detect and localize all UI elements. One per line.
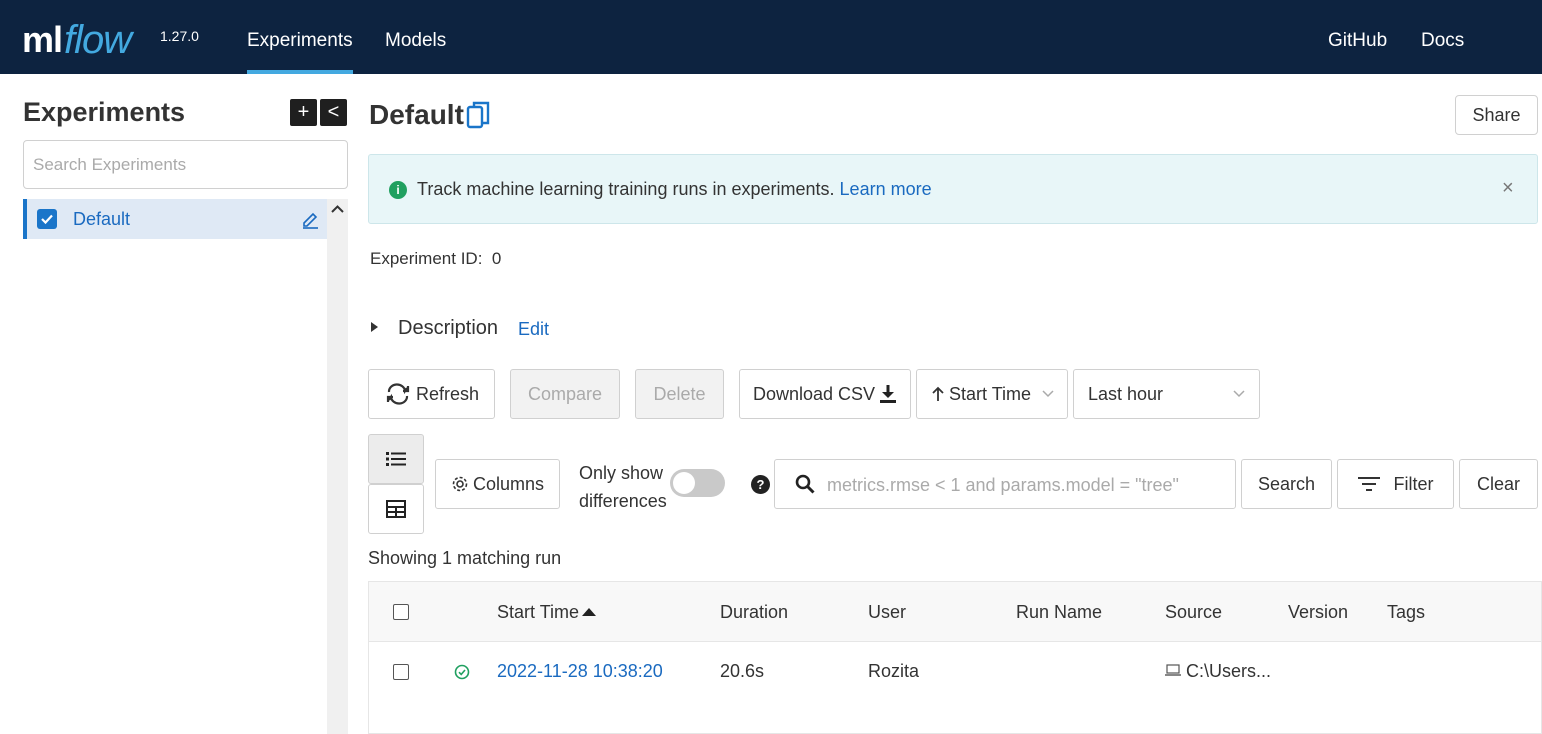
- toggle-knob: [673, 472, 695, 494]
- search-button[interactable]: Search: [1241, 459, 1332, 509]
- sidebar-title: Experiments: [23, 97, 186, 127]
- nav-tab-models[interactable]: Models: [385, 0, 446, 74]
- info-banner: i Track machine learning training runs i…: [368, 154, 1538, 224]
- list-view-button[interactable]: [368, 434, 424, 484]
- column-header-source[interactable]: Source: [1165, 602, 1222, 623]
- row-checkbox[interactable]: [393, 664, 409, 680]
- sidebar-scrollbar[interactable]: [327, 199, 348, 734]
- column-header-user[interactable]: User: [868, 602, 906, 623]
- info-icon: i: [389, 181, 407, 199]
- sidebar-item-label: Default: [73, 209, 131, 229]
- top-nav-bar: ml flow 1.27.0 Experiments Models GitHub…: [0, 0, 1542, 74]
- table-icon: [386, 500, 406, 518]
- clear-button[interactable]: Clear: [1459, 459, 1538, 509]
- caret-right-icon[interactable]: [371, 322, 378, 332]
- edit-pencil-icon[interactable]: [300, 209, 320, 234]
- run-user: Rozita: [868, 661, 920, 681]
- sidebar-item-default[interactable]: Default: [23, 199, 327, 239]
- scroll-up-icon[interactable]: [327, 199, 348, 219]
- table-header: Start Time Duration User Run Name Source…: [369, 582, 1541, 642]
- logo-flow-text: flow: [64, 18, 132, 62]
- status-success-icon: [454, 664, 470, 685]
- matching-runs-count: Showing 1 matching run: [368, 548, 562, 568]
- runs-table: Start Time Duration User Run Name Source…: [368, 581, 1542, 734]
- create-experiment-button[interactable]: +: [290, 99, 317, 126]
- list-icon: [386, 452, 406, 466]
- share-button[interactable]: Share: [1455, 95, 1538, 135]
- download-csv-button[interactable]: Download CSV: [739, 369, 911, 419]
- github-link[interactable]: GitHub: [1328, 0, 1387, 74]
- close-icon[interactable]: ×: [1502, 177, 1514, 200]
- learn-more-link[interactable]: Learn more: [840, 179, 932, 199]
- experiment-id: Experiment ID: 0: [370, 249, 502, 268]
- copy-icon[interactable]: [466, 101, 490, 136]
- search-experiments-input[interactable]: [23, 140, 348, 189]
- help-icon[interactable]: ?: [751, 475, 770, 494]
- sort-asc-icon: [582, 608, 597, 616]
- mlflow-logo[interactable]: ml flow: [22, 10, 132, 62]
- only-show-differences-label: Only show differences: [579, 463, 667, 511]
- refresh-button[interactable]: Refresh: [368, 369, 495, 419]
- column-header-start-time[interactable]: Start Time: [497, 602, 597, 623]
- sort-select[interactable]: Start Time: [916, 369, 1068, 419]
- search-icon: [795, 474, 815, 499]
- column-header-run-name[interactable]: Run Name: [1016, 602, 1102, 623]
- chevron-down-icon: [1042, 390, 1054, 398]
- description-toggle[interactable]: Description: [398, 317, 498, 340]
- columns-button[interactable]: Columns: [435, 459, 560, 509]
- banner-text: Track machine learning training runs in …: [417, 179, 932, 199]
- edit-description-link[interactable]: Edit: [518, 319, 549, 340]
- grid-view-button[interactable]: [368, 484, 424, 534]
- search-runs-input[interactable]: [827, 472, 1227, 498]
- column-header-duration[interactable]: Duration: [720, 602, 788, 623]
- refresh-icon: [386, 383, 410, 405]
- chevron-down-icon: [1233, 390, 1245, 398]
- collapse-sidebar-button[interactable]: <: [320, 99, 347, 126]
- gear-icon: [452, 476, 468, 492]
- compare-button[interactable]: Compare: [510, 369, 620, 419]
- nav-tab-experiments[interactable]: Experiments: [247, 0, 353, 74]
- laptop-icon: [1165, 664, 1181, 676]
- time-range-select[interactable]: Last hour: [1073, 369, 1260, 419]
- search-runs-box[interactable]: [774, 459, 1236, 509]
- version-label: 1.27.0: [160, 28, 199, 44]
- logo-ml-text: ml: [22, 19, 63, 60]
- run-source[interactable]: C:\Users...: [1165, 661, 1271, 682]
- select-all-checkbox[interactable]: [393, 604, 409, 620]
- column-header-tags[interactable]: Tags: [1387, 602, 1425, 623]
- arrow-up-icon: [932, 386, 944, 401]
- only-differences-toggle[interactable]: [670, 469, 725, 497]
- run-duration: 20.6s: [720, 661, 765, 681]
- filter-icon: [1357, 477, 1380, 491]
- page-title: Default: [369, 99, 464, 130]
- column-header-version[interactable]: Version: [1288, 602, 1348, 623]
- docs-link[interactable]: Docs: [1421, 0, 1464, 74]
- filter-button[interactable]: Filter: [1337, 459, 1454, 509]
- delete-button[interactable]: Delete: [635, 369, 724, 419]
- download-icon: [880, 385, 897, 403]
- checkbox-checked-icon[interactable]: [37, 209, 57, 229]
- run-start-time-link[interactable]: 2022-11-28 10:38:20: [497, 661, 663, 682]
